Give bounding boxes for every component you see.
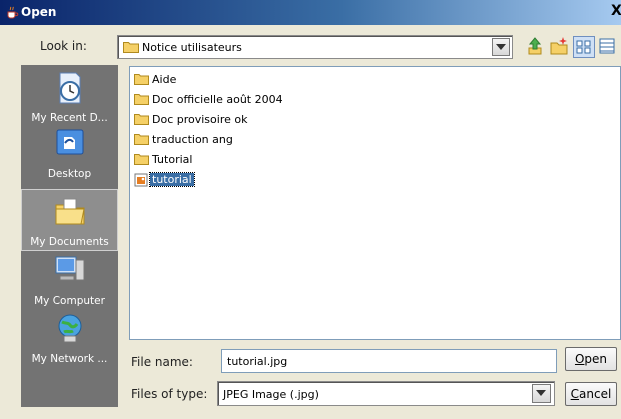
new-folder-icon[interactable] — [549, 36, 569, 56]
file-list[interactable]: Aide Doc officielle août 2004 Doc provis… — [129, 66, 621, 340]
open-mnemonic: O — [574, 352, 585, 366]
look-in-dropdown-button[interactable] — [492, 38, 510, 56]
cancel-button[interactable]: Cancel — [565, 382, 617, 406]
file-name: Doc provisoire ok — [152, 113, 248, 126]
folder-icon — [134, 94, 149, 105]
folder-icon — [134, 134, 149, 145]
file-type-label: Files of type: — [131, 387, 208, 401]
recent-documents-icon — [59, 72, 81, 104]
file-type-combo[interactable]: JPEG Image (.jpg) — [217, 381, 555, 406]
my-computer-icon — [55, 256, 85, 281]
file-type-value: JPEG Image (.jpg) — [223, 388, 319, 401]
cancel-mnemonic: C — [570, 387, 580, 401]
folder-icon — [134, 74, 149, 85]
open-button[interactable]: Open — [565, 347, 617, 371]
window-title: Open — [21, 5, 57, 19]
up-folder-icon[interactable] — [525, 36, 545, 56]
open-label: pen — [584, 352, 608, 366]
file-name-input[interactable]: tutorial.jpg — [221, 349, 557, 373]
java-cup-icon — [7, 6, 19, 19]
file-name: Aide — [152, 73, 177, 86]
my-documents-icon — [55, 198, 85, 225]
chevron-down-icon — [536, 390, 546, 396]
folder-icon — [123, 42, 139, 53]
place-label: My Documents — [30, 236, 109, 248]
details-view-icon[interactable] — [597, 36, 617, 56]
chevron-down-icon — [496, 44, 506, 50]
cancel-label: ancel — [579, 387, 612, 401]
list-view-icon[interactable] — [573, 36, 595, 58]
file-name: tutorial — [149, 172, 195, 187]
look-in-label: Look in: — [40, 39, 87, 53]
place-label: My Network ... — [31, 353, 108, 365]
place-label: Desktop — [47, 168, 92, 180]
file-name-value: tutorial.jpg — [227, 355, 288, 368]
look-in-combo[interactable]: Notice utilisateurs — [117, 35, 513, 59]
desktop-icon — [56, 129, 84, 155]
close-button[interactable]: X — [611, 3, 621, 19]
file-name: Doc officielle août 2004 — [152, 93, 283, 106]
network-icon — [58, 314, 82, 343]
place-recent-documents[interactable]: My Recent D... — [21, 65, 118, 127]
place-my-documents[interactable]: My Documents — [21, 189, 118, 251]
folder-icon — [134, 154, 149, 165]
place-my-network[interactable]: My Network ... — [21, 306, 118, 368]
places-bar: My Recent D... Desktop My Documents My C… — [21, 65, 118, 407]
open-dialog: Open X Look in: Notice utilisateurs My R… — [0, 0, 621, 419]
place-my-computer[interactable]: My Computer — [21, 248, 118, 310]
image-file-icon — [134, 173, 148, 187]
place-desktop[interactable]: Desktop — [21, 121, 118, 183]
file-name: traduction ang — [152, 133, 233, 146]
title-bar[interactable]: Open X — [0, 0, 621, 25]
file-name: Tutorial — [152, 153, 193, 166]
look-in-value: Notice utilisateurs — [142, 41, 242, 54]
folder-icon — [134, 114, 149, 125]
file-type-dropdown-button[interactable] — [532, 384, 551, 403]
file-name-label: File name: — [131, 355, 193, 369]
